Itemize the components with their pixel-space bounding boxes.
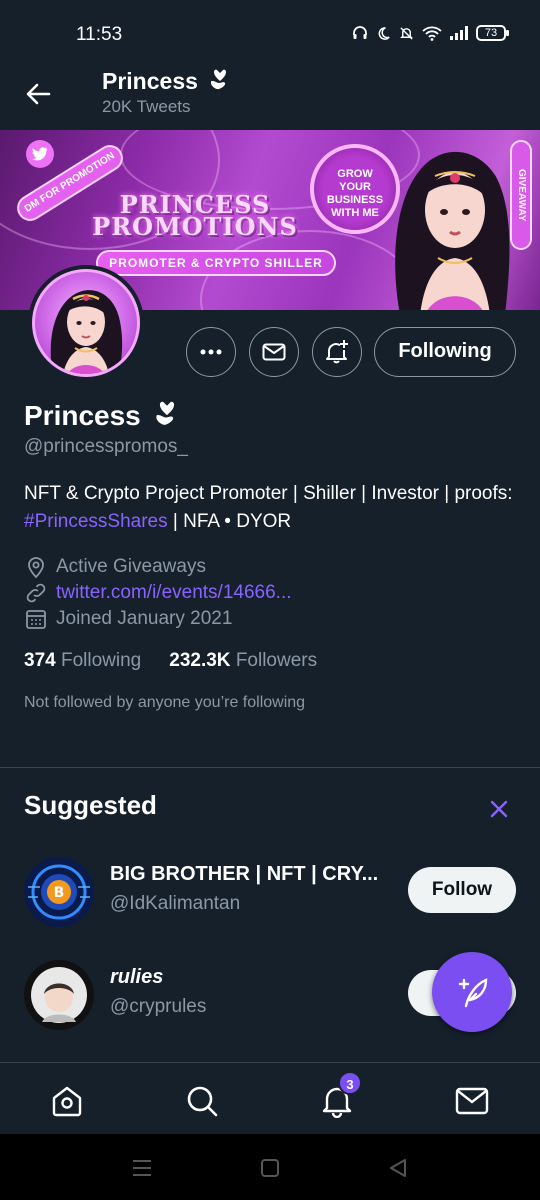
profile-location: Active Giveaways xyxy=(24,555,206,579)
profile-avatar[interactable] xyxy=(28,265,144,381)
search-icon xyxy=(187,1086,218,1117)
banner-title-line2: PROMOTIONS xyxy=(92,212,298,241)
compose-feather-icon xyxy=(458,978,488,1008)
bottom-nav: 3 xyxy=(0,1062,540,1134)
notifications-toggle-button[interactable] xyxy=(312,327,362,377)
suggested-handle: @IdKalimantan xyxy=(110,893,241,914)
bell-muted-icon xyxy=(400,26,413,40)
follow-button[interactable]: Follow xyxy=(408,867,516,913)
bitcoin-avatar-image: B xyxy=(24,857,94,927)
profile-joined: Joined January 2021 xyxy=(24,607,232,631)
battery-indicator: 73 xyxy=(476,25,509,41)
twitter-bird-icon xyxy=(26,140,54,168)
rulies-avatar-image xyxy=(24,960,94,1030)
status-icons: 73 xyxy=(352,25,509,41)
banner-illustration xyxy=(395,151,510,310)
website-link[interactable]: twitter.com/i/events/14666... xyxy=(56,582,292,604)
status-bar: 11:53 73 xyxy=(0,0,540,60)
location-text: Active Giveaways xyxy=(56,556,206,577)
profile-website: twitter.com/i/events/14666... xyxy=(24,581,292,605)
back-system-button[interactable] xyxy=(386,1156,410,1180)
hand-heart-icon xyxy=(211,69,227,90)
profile-handle: @princesspromos_ xyxy=(24,436,188,457)
profile-header: Princess 20K Tweets xyxy=(0,60,540,130)
envelope-icon xyxy=(262,343,286,361)
triangle-back-icon xyxy=(390,1159,406,1177)
profile-bio: NFT & Crypto Project Promoter | Shiller … xyxy=(24,480,524,536)
nav-messages[interactable] xyxy=(452,1081,492,1121)
square-icon xyxy=(261,1159,279,1177)
status-time: 11:53 xyxy=(76,24,123,45)
banner-ribbon: PROMOTER & CRYPTO SHILLER xyxy=(96,250,336,276)
not-followed-note: Not followed by anyone you’re following xyxy=(24,694,306,711)
suggested-avatar[interactable]: B xyxy=(24,857,94,927)
tweet-count: 20K Tweets xyxy=(102,97,191,116)
profile-name-text: Princess xyxy=(24,400,141,431)
arrow-left-icon xyxy=(26,83,51,105)
svg-text:B: B xyxy=(54,885,65,901)
avatar-image xyxy=(32,269,140,377)
header-name-text: Princess xyxy=(102,68,198,94)
following-count-label: Following xyxy=(60,650,142,671)
following-count: 374 xyxy=(24,650,56,671)
profile-name: Princess xyxy=(24,400,179,432)
location-pin-icon xyxy=(28,557,44,579)
bio-hashtag-link[interactable]: #PrincessShares xyxy=(24,511,168,532)
banner-giveaway-tag: GIVEAWAY xyxy=(510,140,532,250)
following-button[interactable]: Following xyxy=(374,327,516,377)
link-icon xyxy=(26,583,46,603)
moon-icon xyxy=(378,26,390,40)
section-divider xyxy=(0,767,540,768)
nav-search[interactable] xyxy=(182,1081,222,1121)
bell-plus-icon xyxy=(326,340,348,364)
hand-heart-icon xyxy=(155,401,174,425)
banner-title: PRINCESS PROMOTIONS xyxy=(80,193,310,241)
suggested-user[interactable]: B BIG BROTHER | NFT | CRY... @IdKalimant… xyxy=(0,857,540,937)
bio-text-suffix: | NFA • DYOR xyxy=(167,511,292,532)
wifi-icon xyxy=(422,26,442,41)
suggested-name: BIG BROTHER | NFT | CRY... xyxy=(110,863,379,885)
suggested-name: rulies xyxy=(110,966,164,988)
system-nav-bar xyxy=(0,1134,540,1200)
followers-count-link[interactable]: 232.3K Followers xyxy=(169,650,317,672)
joined-text: Joined January 2021 xyxy=(56,608,233,629)
notifications-badge: 3 xyxy=(338,1071,362,1095)
envelope-icon xyxy=(455,1087,489,1115)
home-icon xyxy=(52,1086,82,1117)
suggested-avatar[interactable] xyxy=(24,960,94,1030)
signal-icon xyxy=(450,26,468,40)
more-dots-icon xyxy=(200,349,222,355)
suggested-title: Suggested xyxy=(24,790,157,820)
home-system-button[interactable] xyxy=(258,1156,282,1180)
suggested-handle: @cryprules xyxy=(110,996,207,1017)
follow-counts: 374 Following 232.3K Followers xyxy=(24,650,317,672)
bio-text: NFT & Crypto Project Promoter | Shiller … xyxy=(24,483,513,504)
menu-lines-icon xyxy=(133,1160,151,1176)
nav-home[interactable] xyxy=(47,1081,87,1121)
following-count-link[interactable]: 374 Following xyxy=(24,650,141,672)
more-options-button[interactable] xyxy=(186,327,236,377)
compose-tweet-button[interactable] xyxy=(432,952,512,1032)
message-button[interactable] xyxy=(249,327,299,377)
close-icon[interactable] xyxy=(486,796,512,822)
followers-count: 232.3K xyxy=(169,650,231,671)
followers-count-label: Followers xyxy=(235,650,318,671)
calendar-icon xyxy=(26,610,46,629)
avatar-illustration xyxy=(50,290,123,374)
recent-apps-button[interactable] xyxy=(130,1156,154,1180)
headphones-icon xyxy=(353,26,367,39)
back-button[interactable] xyxy=(22,78,54,110)
header-title: Princess xyxy=(102,68,230,95)
